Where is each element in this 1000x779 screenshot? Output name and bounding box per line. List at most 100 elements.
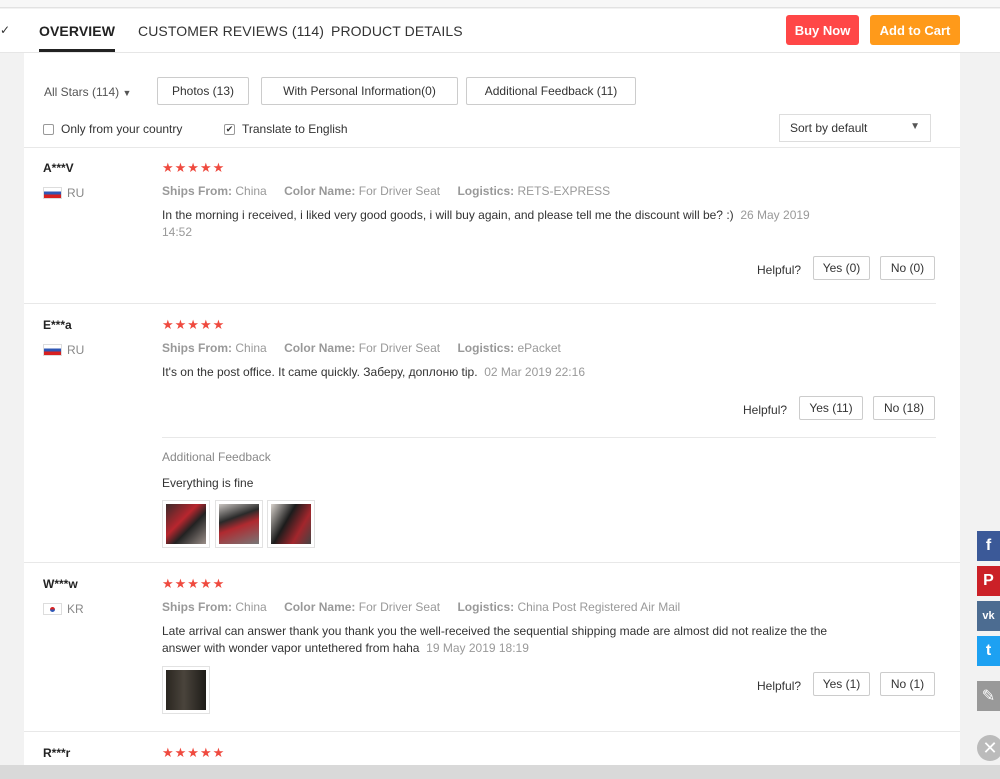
ships-from-label: Ships From: xyxy=(162,184,233,198)
reviews-panel: All Stars (114) ▼ Photos (13) With Perso… xyxy=(24,53,960,765)
divider xyxy=(24,303,936,304)
logistics-label: Logistics: xyxy=(457,184,515,198)
review-meta: Ships From: China Color Name: For Driver… xyxy=(162,600,680,614)
checkbox-unchecked-icon[interactable] xyxy=(43,123,54,135)
logistics-value: China Post Registered Air Mail xyxy=(517,600,681,614)
star-rating: ★★★★★ xyxy=(162,576,226,591)
top-strip xyxy=(0,0,1000,8)
country-code: RU xyxy=(67,186,85,200)
only-country-label: Only from your country xyxy=(61,122,183,136)
translate-label: Translate to English xyxy=(242,122,348,136)
reviewer-name: E***a xyxy=(43,318,72,332)
review-photo-thumbnail[interactable] xyxy=(162,500,210,548)
helpful-no-button[interactable]: No (1) xyxy=(880,672,935,696)
review-date: 19 May 2019 18:19 xyxy=(426,641,529,655)
ships-from-label: Ships From: xyxy=(162,600,233,614)
review-photo-thumbnail[interactable] xyxy=(267,500,315,548)
review-photo-thumbnail[interactable] xyxy=(215,500,263,548)
review-text: It's on the post office. It came quickly… xyxy=(162,364,842,381)
vk-share-icon[interactable]: vk xyxy=(977,601,1000,631)
review-meta: Ships From: China Color Name: For Driver… xyxy=(162,341,561,355)
ships-from-value: China xyxy=(235,184,267,198)
divider xyxy=(24,731,960,732)
star-rating: ★★★★★ xyxy=(162,317,226,332)
personal-info-filter-button[interactable]: With Personal Information(0) xyxy=(261,77,458,105)
tab-product-details[interactable]: PRODUCT DETAILS xyxy=(331,23,463,39)
reviewer-name: W***w xyxy=(43,577,78,591)
color-name-label: Color Name: xyxy=(284,184,356,198)
additional-feedback-text: Everything is fine xyxy=(162,476,254,490)
logistics-value: ePacket xyxy=(517,341,561,355)
buy-now-button[interactable]: Buy Now xyxy=(786,15,859,45)
helpful-yes-button[interactable]: Yes (11) xyxy=(799,396,863,420)
photos-filter-button[interactable]: Photos (13) xyxy=(157,77,249,105)
pinterest-share-icon[interactable]: P xyxy=(977,566,1000,596)
review-text: Late arrival can answer thank you thank … xyxy=(162,623,852,657)
ships-from-value: China xyxy=(235,600,267,614)
review-date: 02 Mar 2019 22:16 xyxy=(484,365,585,379)
facebook-share-icon[interactable]: f xyxy=(977,531,1000,561)
country-code: KR xyxy=(67,602,84,616)
add-to-cart-button[interactable]: Add to Cart xyxy=(870,15,960,45)
color-name-label: Color Name: xyxy=(284,600,356,614)
reviewer-country: RU xyxy=(43,186,84,200)
helpful-no-button[interactable]: No (18) xyxy=(873,396,935,420)
reviewer-name: A***V xyxy=(43,161,74,175)
edit-icon[interactable]: ✎ xyxy=(977,681,1000,711)
divider xyxy=(24,147,960,148)
close-icon[interactable]: ✕ xyxy=(977,735,1000,761)
review-photo xyxy=(219,504,259,544)
chevron-down-icon[interactable]: ✓ xyxy=(0,23,10,37)
helpful-yes-button[interactable]: Yes (0) xyxy=(813,256,870,280)
russia-flag-icon xyxy=(43,344,62,356)
tab-overview[interactable]: OVERVIEW xyxy=(39,23,116,52)
reviewer-country: RU xyxy=(43,343,84,357)
only-country-checkbox[interactable]: Only from your country xyxy=(43,122,182,136)
ships-from-value: China xyxy=(235,341,267,355)
additional-feedback-title: Additional Feedback xyxy=(162,450,271,464)
color-name-value: For Driver Seat xyxy=(358,600,441,614)
tab-customer-reviews[interactable]: CUSTOMER REVIEWS (114) xyxy=(138,23,324,39)
review-photo xyxy=(166,504,206,544)
divider xyxy=(24,562,960,563)
chevron-down-icon: ▼ xyxy=(910,121,920,132)
review-photo-thumbnail[interactable] xyxy=(162,666,210,714)
review-photo xyxy=(271,504,311,544)
logistics-label: Logistics: xyxy=(457,600,515,614)
helpful-yes-button[interactable]: Yes (1) xyxy=(813,672,870,696)
review-photo xyxy=(166,670,206,710)
helpful-label: Helpful? xyxy=(757,679,802,693)
helpful-no-button[interactable]: No (0) xyxy=(880,256,935,280)
helpful-label: Helpful? xyxy=(743,403,788,417)
checkbox-checked-icon[interactable]: ✔ xyxy=(224,123,235,135)
tab-bar: ✓ OVERVIEW CUSTOMER REVIEWS (114) PRODUC… xyxy=(0,9,1000,61)
russia-flag-icon xyxy=(43,187,62,199)
star-rating: ★★★★★ xyxy=(162,745,226,760)
star-rating: ★★★★★ xyxy=(162,160,226,175)
sort-select[interactable]: Sort by default ▼ xyxy=(779,114,931,142)
all-stars-label: All Stars (114) xyxy=(44,85,120,99)
ships-from-label: Ships From: xyxy=(162,341,233,355)
review-meta: Ships From: China Color Name: For Driver… xyxy=(162,184,610,198)
helpful-label: Helpful? xyxy=(757,263,802,277)
chevron-down-icon: ▼ xyxy=(122,88,132,98)
review-body: It's on the post office. It came quickly… xyxy=(162,365,478,379)
additional-feedback-filter-button[interactable]: Additional Feedback (11) xyxy=(466,77,636,105)
logistics-value: RETS-EXPRESS xyxy=(517,184,611,198)
translate-checkbox[interactable]: ✔ Translate to English xyxy=(224,122,348,136)
divider xyxy=(162,437,936,438)
twitter-share-icon[interactable]: t xyxy=(977,636,1000,666)
color-name-label: Color Name: xyxy=(284,341,356,355)
color-name-value: For Driver Seat xyxy=(358,341,441,355)
review-text: In the morning i received, i liked very … xyxy=(162,207,842,241)
color-name-value: For Driver Seat xyxy=(358,184,441,198)
logistics-label: Logistics: xyxy=(457,341,515,355)
reviewer-country: KR xyxy=(43,602,84,616)
korea-flag-icon xyxy=(43,603,62,615)
sort-label: Sort by default xyxy=(790,121,868,135)
country-code: RU xyxy=(67,343,85,357)
reviewer-name: R***r xyxy=(43,746,71,760)
all-stars-filter[interactable]: All Stars (114) ▼ xyxy=(44,85,131,99)
review-body: In the morning i received, i liked very … xyxy=(162,208,734,222)
horizontal-scrollbar[interactable] xyxy=(0,765,1000,779)
